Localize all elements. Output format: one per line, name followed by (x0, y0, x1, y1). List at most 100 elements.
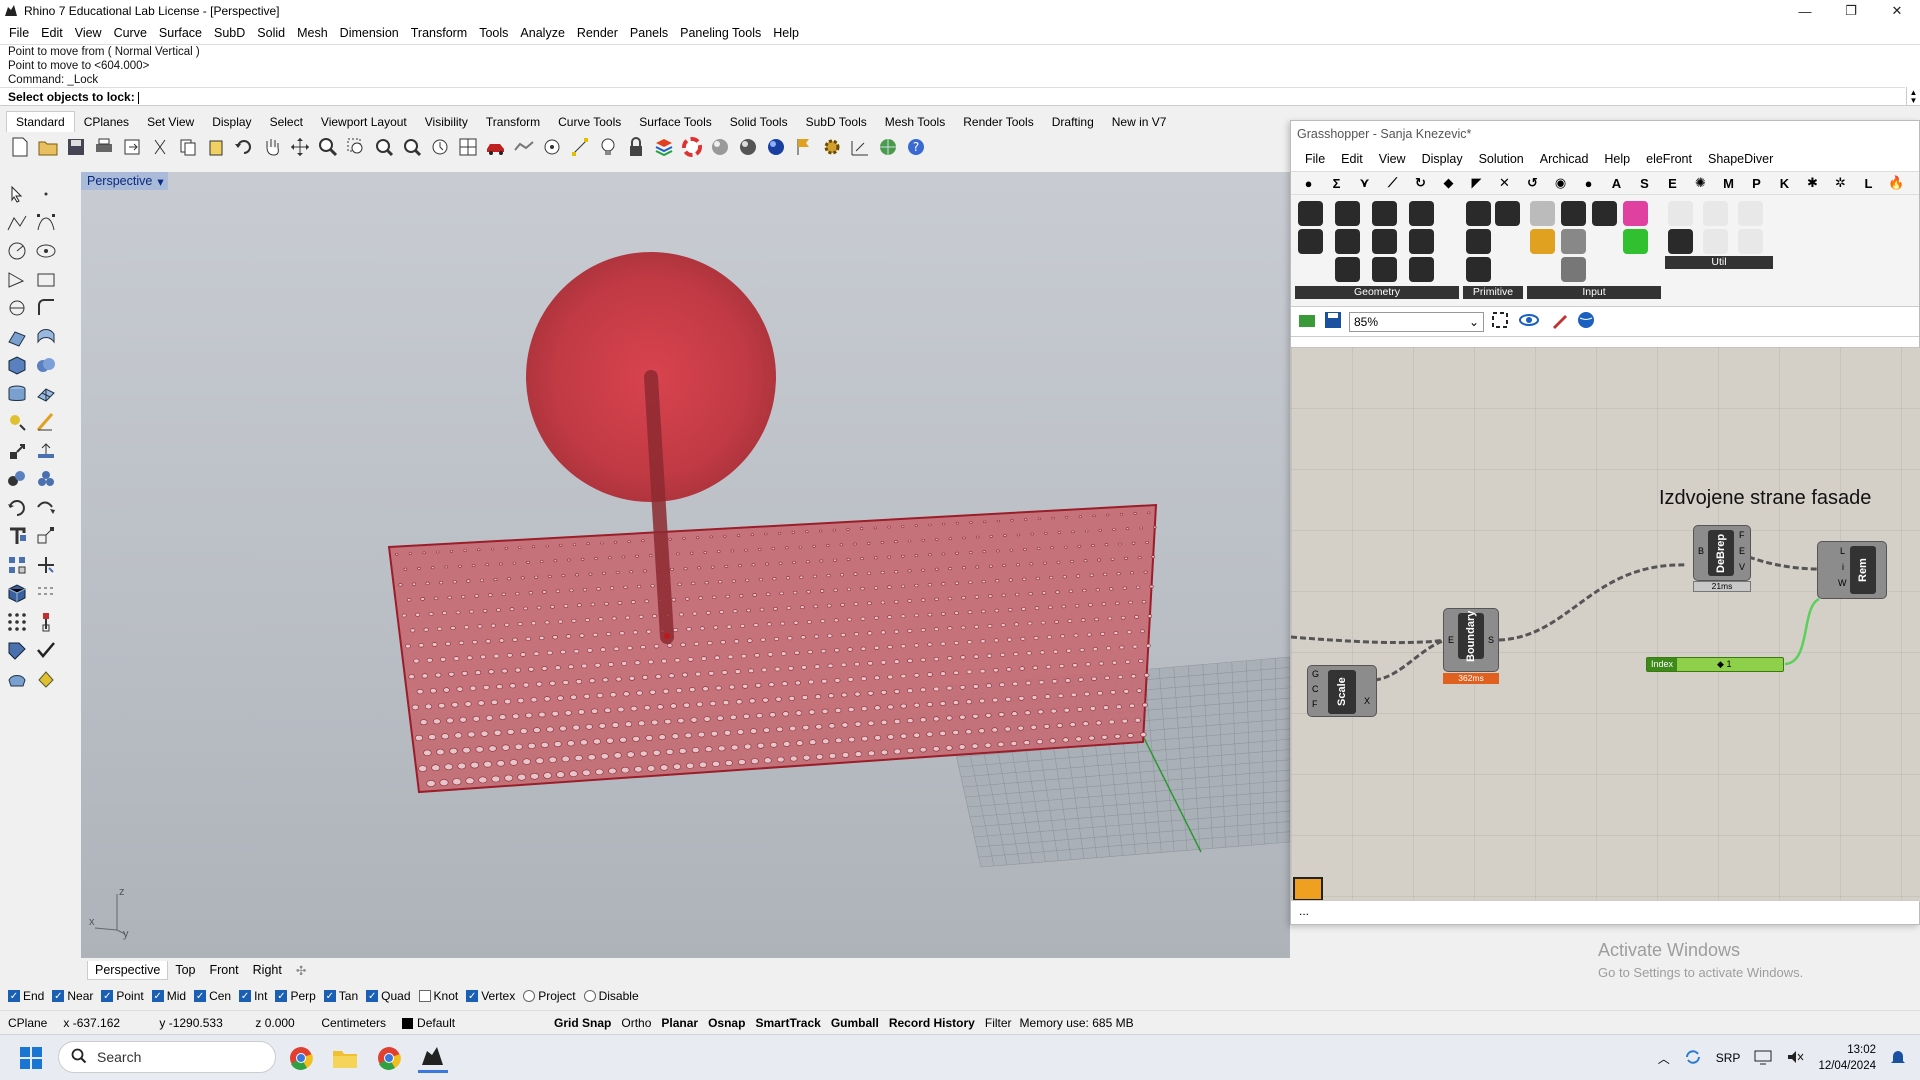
gh-tab-icon[interactable]: ↻ (1411, 175, 1430, 191)
grasshopper-canvas[interactable]: Izdvojene strane fasade Scale G C F X Bo… (1291, 347, 1920, 902)
tab-solid-tools[interactable]: Solid Tools (721, 112, 797, 132)
tab-visibility[interactable]: Visibility (416, 112, 477, 132)
mirror-icon[interactable] (32, 494, 60, 523)
shaded-sphere-icon[interactable] (736, 135, 760, 159)
dimension-icon[interactable] (848, 135, 872, 159)
point-icon[interactable] (32, 180, 60, 209)
gumball-toggle[interactable]: Gumball (826, 1016, 884, 1030)
material-sphere-icon[interactable] (708, 135, 732, 159)
gh-component-icon[interactable] (1623, 201, 1648, 226)
tab-viewport-layout[interactable]: Viewport Layout (312, 112, 416, 132)
osnap-project[interactable]: Project (523, 989, 576, 1003)
osnap-checkbox[interactable]: ✓ (239, 990, 252, 1002)
gh-component-icon[interactable] (1335, 201, 1360, 226)
cut-icon[interactable] (148, 135, 172, 159)
input-g[interactable]: G (1312, 669, 1319, 679)
zoom-select[interactable]: 85% ⌄ (1349, 311, 1484, 332)
gh-tab-icon[interactable]: K (1775, 176, 1794, 191)
output-s[interactable]: S (1488, 635, 1494, 645)
viewport-tab-front[interactable]: Front (202, 961, 245, 979)
gh-tab-icon[interactable]: ◤ (1467, 175, 1486, 191)
menu-file[interactable]: File (3, 26, 35, 40)
array-icon[interactable] (3, 551, 31, 580)
notification-bell-icon[interactable] (1890, 1048, 1906, 1069)
trim-icon[interactable] (32, 551, 60, 580)
undo-icon[interactable] (232, 135, 256, 159)
perspective-viewport[interactable]: Perspective ▾ z x y (81, 172, 1290, 958)
tab-surface-tools[interactable]: Surface Tools (630, 112, 721, 132)
paint-bucket-icon[interactable] (32, 665, 60, 694)
layer-pane[interactable]: Default (394, 1016, 549, 1030)
tab-display[interactable]: Display (203, 112, 260, 132)
slider-value[interactable]: ◆ 1 (1717, 659, 1731, 670)
scale-icon[interactable] (32, 437, 60, 466)
osnap-checkbox[interactable]: ✓ (151, 990, 164, 1002)
curve-control-points-icon[interactable] (32, 209, 60, 238)
gh-component-icon[interactable] (1703, 201, 1728, 226)
planar-toggle[interactable]: Planar (656, 1016, 703, 1030)
gh-component-icon[interactable] (1592, 201, 1617, 226)
surface-edit-icon[interactable] (3, 323, 31, 352)
osnap-tan[interactable]: ✓ Tan (323, 989, 358, 1003)
gh-menu-shapediver[interactable]: ShapeDiver (1700, 152, 1781, 166)
output-f[interactable]: F (1739, 530, 1745, 540)
osnap-checkbox[interactable]: ✓ (8, 990, 20, 1002)
export-icon[interactable] (120, 135, 144, 159)
rendered-sphere-icon[interactable] (764, 135, 788, 159)
zoom-selected-icon[interactable] (400, 135, 424, 159)
close-button[interactable]: ✕ (1874, 0, 1920, 22)
menu-panels[interactable]: Panels (624, 26, 674, 40)
loft-solid-icon[interactable] (3, 665, 31, 694)
input-w[interactable]: W (1838, 578, 1847, 588)
grid-snap-toggle[interactable]: Grid Snap (549, 1016, 616, 1030)
file-explorer-icon[interactable] (330, 1043, 360, 1073)
block-icon[interactable] (32, 465, 60, 494)
minimize-button[interactable]: — (1782, 0, 1828, 22)
osnap-vertex[interactable]: ✓ Vertex (466, 989, 515, 1003)
gh-tab-icon[interactable]: ⋎ (1355, 175, 1374, 191)
tab-set-view[interactable]: Set View (138, 112, 203, 132)
tab-subd-tools[interactable]: SubD Tools (797, 112, 876, 132)
gh-component-icon[interactable] (1298, 229, 1323, 254)
osnap-checkbox[interactable]: ✓ (52, 990, 65, 1002)
gh-tab-icon[interactable]: ✱ (1803, 175, 1822, 191)
menu-subd[interactable]: SubD (208, 26, 251, 40)
osnap-checkbox[interactable]: ✓ (194, 990, 207, 1002)
ribbon-group-label[interactable]: Util (1665, 256, 1773, 269)
new-file-icon[interactable] (8, 135, 32, 159)
rotate-view-icon[interactable] (288, 135, 312, 159)
input-l[interactable]: L (1840, 546, 1845, 556)
boundary-component[interactable]: Boundary E S (1443, 608, 1499, 672)
menu-view[interactable]: View (69, 26, 108, 40)
gh-component-icon[interactable] (1298, 201, 1323, 226)
open-folder-icon[interactable] (36, 135, 60, 159)
viewport-menu-arrow-icon[interactable]: ▾ (157, 174, 163, 189)
index-slider[interactable]: Index ◆ 1 (1646, 657, 1784, 672)
osnap-checkbox[interactable] (523, 990, 536, 1002)
gh-tab-icon[interactable]: ✕ (1495, 175, 1514, 191)
start-button[interactable] (20, 1047, 42, 1069)
gh-tab-icon[interactable]: 🔥 (1887, 175, 1906, 191)
gh-component-icon[interactable] (1561, 257, 1586, 282)
gh-menu-archicad[interactable]: Archicad (1532, 152, 1597, 166)
extrude-icon[interactable] (3, 380, 31, 409)
gh-tab-icon[interactable]: ◆ (1439, 175, 1458, 191)
gh-tab-icon[interactable]: A (1607, 176, 1626, 191)
output-x[interactable]: X (1364, 696, 1370, 706)
help-icon[interactable]: ? (904, 135, 928, 159)
text-icon[interactable] (3, 522, 31, 551)
input-e[interactable]: E (1448, 635, 1454, 645)
menu-dimension[interactable]: Dimension (334, 26, 405, 40)
properties-target-icon[interactable] (540, 135, 564, 159)
menu-help[interactable]: Help (767, 26, 805, 40)
smarttrack-toggle[interactable]: SmartTrack (750, 1016, 825, 1030)
zoom-window-icon[interactable] (344, 135, 368, 159)
polygon-icon[interactable] (32, 266, 60, 295)
input-i[interactable]: i (1842, 562, 1844, 572)
gh-tab-icon[interactable]: ● (1579, 176, 1598, 191)
osnap-checkbox[interactable] (583, 990, 596, 1002)
gh-component-icon[interactable] (1335, 229, 1360, 254)
gh-menu-solution[interactable]: Solution (1471, 152, 1532, 166)
sketch-pen-icon[interactable] (1550, 310, 1570, 333)
osnap-cen[interactable]: ✓ Cen (194, 989, 231, 1003)
